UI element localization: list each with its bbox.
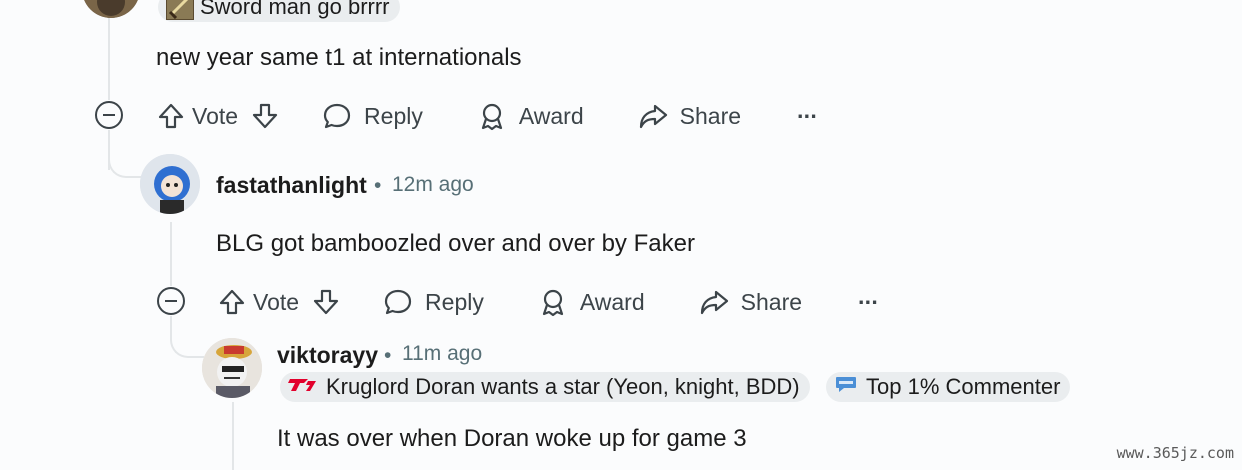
comment-body: new year same t1 at internationals [156,44,522,71]
reply2-avatar[interactable] [202,338,262,398]
share-button[interactable]: Share [699,287,802,317]
reply1-avatar[interactable] [140,154,200,214]
reply1-separator: • [374,174,382,197]
reply1-action-row: Vote Reply Award Share ··· [217,282,879,322]
share-label: Share [679,102,742,129]
more-icon: ··· [858,288,879,315]
sword-icon [166,0,194,20]
top-comment-avatar[interactable] [82,0,140,18]
reply1-username[interactable]: fastathanlight [216,172,367,199]
reply2-body: It was over when Doran woke up for game … [277,425,747,452]
reply-bubble-icon [322,101,352,131]
user-flair: Sword man go brrrr [158,0,400,22]
reply1-body: BLG got bamboozled over and over by Fake… [216,230,695,257]
more-options-button[interactable]: ··· [858,288,879,316]
reply-button[interactable]: Reply [383,287,484,317]
upvote-icon [156,101,186,131]
reply-bubble-icon [383,287,413,317]
award-icon [538,287,568,317]
commenter-badge-icon [834,373,858,401]
reply-button[interactable]: Reply [322,101,423,131]
share-label: Share [740,288,803,315]
downvote-icon [250,101,280,131]
thread-line-level3 [232,402,234,470]
share-icon [699,287,729,317]
downvote-button[interactable] [250,101,280,131]
watermark: www.365jz.com [1116,444,1234,462]
reply-label: Reply [364,102,423,129]
upvote-icon [217,287,247,317]
reply2-timestamp: 11m ago [402,342,483,365]
vote-label: Vote [253,288,300,315]
downvote-icon [311,287,341,317]
award-label: Award [518,102,584,129]
downvote-button[interactable] [311,287,341,317]
reply1-timestamp: 12m ago [392,173,474,196]
reply2-username[interactable]: viktorayy [277,342,378,369]
flair-text: Kruglord Doran wants a star (Yeon, knigh… [326,374,800,399]
award-icon [477,101,507,131]
upvote-button[interactable] [217,287,247,317]
thread-elbow-reply2 [170,322,204,358]
reply2-separator: • [384,344,392,367]
award-label: Award [579,288,645,315]
vote-label: Vote [192,102,239,129]
collapse-icon[interactable] [157,287,185,315]
user-flair: Kruglord Doran wants a star (Yeon, knigh… [280,372,810,402]
badge-text: Top 1% Commenter [866,374,1061,399]
reply-label: Reply [425,288,484,315]
share-button[interactable]: Share [638,101,741,131]
award-button[interactable]: Award [538,287,645,317]
more-options-button[interactable]: ··· [797,102,818,130]
comment-action-row: Vote Reply Award Share ··· [156,96,818,136]
top-commenter-badge: Top 1% Commenter [826,372,1071,402]
t1-logo-icon [288,374,318,400]
award-button[interactable]: Award [477,101,584,131]
share-icon [638,101,668,131]
collapse-icon[interactable] [95,101,123,129]
more-icon: ··· [797,102,818,129]
flair-text: Sword man go brrrr [200,0,390,19]
thread-elbow-reply1 [108,150,142,178]
thread-line-level2 [170,222,172,286]
upvote-button[interactable] [156,101,186,131]
